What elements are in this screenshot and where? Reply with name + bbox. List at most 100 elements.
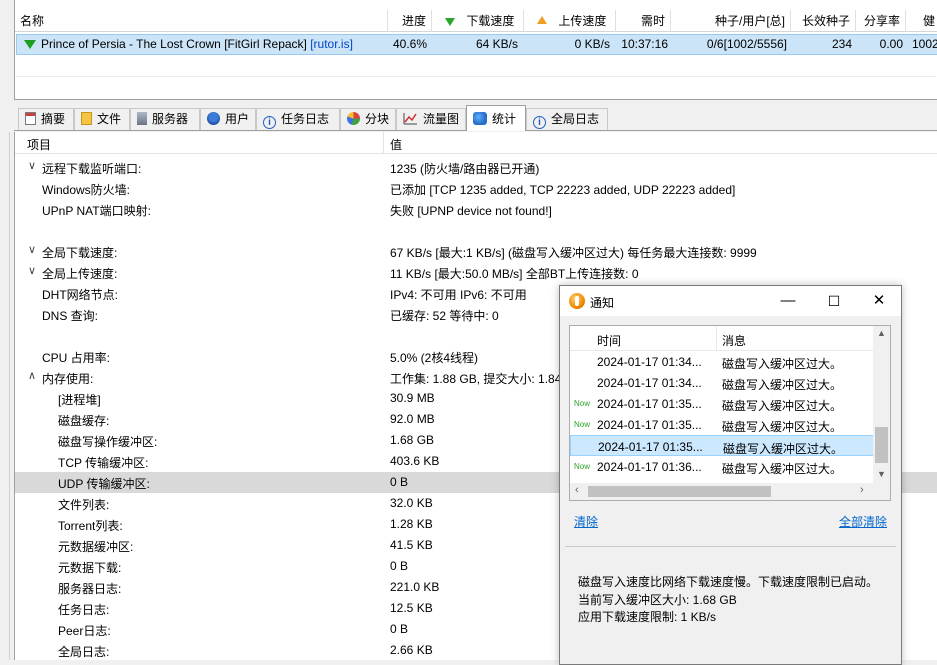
col-upload-speed-label: 上传速度 bbox=[558, 14, 607, 28]
task-progress: 40.6% bbox=[393, 37, 428, 51]
col-time[interactable]: 时间 bbox=[597, 332, 621, 349]
detail-buffer-size: 当前写入缓冲区大小: 1.68 GB bbox=[578, 593, 737, 607]
stat-label: Peer日志: bbox=[58, 624, 111, 638]
stat-value: IPv4: 不可用 IPv6: 不可用 bbox=[390, 288, 527, 302]
downloading-status-icon bbox=[24, 40, 36, 49]
notification-dialog: 通知 — ☐ ✕ 时间 消息 2024-01-17 01:34... 磁盘写入缓冲… bbox=[559, 285, 902, 665]
col-name[interactable]: 名称 bbox=[15, 10, 388, 32]
scroll-left-icon[interactable]: ‹ bbox=[575, 484, 579, 496]
stats-header-value[interactable]: 值 bbox=[390, 136, 402, 153]
close-button[interactable]: ✕ bbox=[856, 286, 902, 316]
stat-label: 元数据下载: bbox=[58, 561, 122, 575]
vertical-scroll-thumb[interactable] bbox=[875, 427, 888, 463]
col-upload-speed[interactable]: 上传速度 bbox=[524, 10, 616, 32]
detail-message-line: 磁盘写入速度比网络下载速度慢。下载速度限制已启动。 bbox=[578, 575, 879, 589]
notification-row[interactable]: 2024-01-17 01:34... 磁盘写入缓冲区过大。 bbox=[570, 351, 874, 372]
stat-value: 92.0 MB bbox=[390, 412, 435, 426]
tab-statistics[interactable]: 统计 bbox=[466, 105, 526, 131]
tab-users-label: 用户 bbox=[225, 112, 250, 126]
notification-list[interactable]: 时间 消息 2024-01-17 01:34... 磁盘写入缓冲区过大。 2024-… bbox=[569, 325, 891, 501]
stat-label: Windows防火墙: bbox=[42, 183, 131, 197]
notification-message: 磁盘写入缓冲区过大。 bbox=[722, 399, 843, 413]
tab-servers-label: 服务器 bbox=[152, 112, 189, 126]
expand-icon[interactable]: ∨ bbox=[28, 264, 36, 277]
clear-all-link[interactable]: 全部清除 bbox=[839, 513, 887, 530]
download-arrow-icon bbox=[445, 18, 455, 26]
stat-label: 元数据缓冲区: bbox=[58, 540, 134, 554]
col-ratio[interactable]: 分享率 bbox=[856, 10, 906, 32]
stat-label: CPU 占用率: bbox=[42, 351, 111, 365]
tab-task-log[interactable]: i 任务日志 bbox=[256, 108, 340, 130]
notification-row[interactable]: Now 2024-01-17 01:35... 磁盘写入缓冲区过大。 bbox=[570, 393, 874, 414]
stats-row[interactable]: ∨ 远程下载监听端口: 1235 (防火墙/路由器已开通) bbox=[15, 157, 937, 178]
col-eta[interactable]: 需时 bbox=[616, 10, 671, 32]
notification-message: 磁盘写入缓冲区过大。 bbox=[722, 420, 843, 434]
pie-icon bbox=[347, 112, 360, 125]
stat-value: 67 KB/s [最大:1 KB/s] (磁盘写入缓冲区过大) 每任务最大连接数… bbox=[390, 246, 757, 260]
detail-tabs: 摘要 文件 服务器 用户 i 任务日志 分块 流量图 统计 i 全局日志 bbox=[14, 105, 937, 131]
tab-global-log[interactable]: i 全局日志 bbox=[526, 108, 608, 130]
task-name: Prince of Persia - The Lost Crown [FitGi… bbox=[41, 37, 307, 51]
stat-label: TCP 传输缓冲区: bbox=[58, 456, 149, 470]
scroll-up-icon[interactable]: ▲ bbox=[873, 328, 890, 338]
col-progress[interactable]: 进度 bbox=[388, 10, 432, 32]
stats-row[interactable]: ∨ 全局上传速度: 11 KB/s [最大:50.0 MB/s] 全部BT上传连接数… bbox=[15, 262, 937, 283]
expand-icon[interactable]: ∨ bbox=[28, 159, 36, 172]
task-long-seeds: 234 bbox=[831, 37, 852, 51]
upload-arrow-icon bbox=[537, 16, 547, 24]
col-seeds-peers[interactable]: 种子/用户[总] bbox=[671, 10, 791, 32]
tab-task-log-label: 任务日志 bbox=[281, 112, 330, 126]
notification-row[interactable]: 2024-01-17 01:35... 磁盘写入缓冲区过大。 bbox=[570, 435, 874, 456]
stat-label: Torrent列表: bbox=[58, 519, 123, 533]
stat-value: 12.5 KB bbox=[390, 601, 433, 615]
stat-value: 0 B bbox=[390, 559, 409, 573]
stats-row[interactable]: ∨ 全局下载速度: 67 KB/s [最大:1 KB/s] (磁盘写入缓冲区过大) … bbox=[15, 241, 937, 262]
scroll-right-icon[interactable]: › bbox=[860, 484, 864, 496]
tab-servers[interactable]: 服务器 bbox=[130, 108, 200, 130]
notification-row[interactable]: Now 2024-01-17 01:36... 磁盘写入缓冲区过大。 bbox=[570, 456, 874, 477]
notification-row[interactable]: 2024-01-17 01:34... 磁盘写入缓冲区过大。 bbox=[570, 372, 874, 393]
col-message[interactable]: 消息 bbox=[722, 332, 746, 349]
notification-time: 2024-01-17 01:34... bbox=[597, 355, 702, 369]
notification-row[interactable]: Now 2024-01-17 01:35... 磁盘写入缓冲区过大。 bbox=[570, 414, 874, 435]
expand-icon[interactable]: ∨ bbox=[28, 243, 36, 256]
clear-link[interactable]: 清除 bbox=[574, 513, 598, 530]
col-eta-label: 需时 bbox=[640, 14, 665, 28]
horizontal-scroll-thumb[interactable] bbox=[588, 486, 771, 497]
task-ratio: 0.00 bbox=[879, 37, 903, 51]
stats-icon bbox=[473, 112, 487, 125]
users-icon bbox=[207, 112, 220, 125]
dialog-titlebar[interactable]: 通知 — ☐ ✕ bbox=[560, 286, 901, 316]
tab-summary[interactable]: 摘要 bbox=[18, 108, 74, 130]
notification-time: 2024-01-17 01:35... bbox=[597, 397, 702, 411]
minimize-button[interactable]: — bbox=[765, 286, 811, 316]
maximize-button[interactable]: ☐ bbox=[811, 286, 857, 316]
col-health[interactable]: 健 bbox=[906, 10, 937, 32]
col-download-speed[interactable]: 下载速度 bbox=[432, 10, 524, 32]
stat-label: 服务器日志: bbox=[58, 582, 122, 596]
scroll-down-icon[interactable]: ▼ bbox=[873, 469, 890, 479]
tab-traffic-graph[interactable]: 流量图 bbox=[396, 108, 466, 130]
detail-speed-limit: 应用下载速度限制: 1 KB/s bbox=[578, 610, 717, 624]
tab-statistics-label: 统计 bbox=[492, 112, 517, 126]
stat-value: 11 KB/s [最大:50.0 MB/s] 全部BT上传连接数: 0 bbox=[390, 267, 639, 281]
stat-label: 远程下载监听端口: bbox=[42, 162, 142, 176]
stats-row[interactable] bbox=[15, 220, 937, 241]
tab-files[interactable]: 文件 bbox=[74, 108, 130, 130]
col-long-seeds[interactable]: 长效种子 bbox=[791, 10, 856, 32]
stats-row[interactable]: Windows防火墙: 已添加 [TCP 1235 added, TCP 2222… bbox=[15, 178, 937, 199]
tab-pieces[interactable]: 分块 bbox=[340, 108, 396, 130]
horizontal-scrollbar[interactable]: ‹ › bbox=[570, 483, 890, 500]
notification-message: 磁盘写入缓冲区过大。 bbox=[722, 378, 843, 392]
collapse-icon[interactable]: ∧ bbox=[28, 369, 36, 382]
stats-header-key[interactable]: 项目 bbox=[27, 136, 51, 153]
stats-header: 项目 值 bbox=[15, 132, 937, 154]
stat-label: UPnP NAT端口映射: bbox=[42, 204, 151, 218]
task-row[interactable]: Prince of Persia - The Lost Crown [FitGi… bbox=[16, 34, 937, 55]
col-name-label: 名称 bbox=[20, 14, 45, 28]
stats-row[interactable]: UPnP NAT端口映射: 失败 [UPNP device not found!] bbox=[15, 199, 937, 220]
col-health-label: 健 bbox=[923, 14, 936, 28]
stat-value: 5.0% (2核4线程) bbox=[390, 351, 479, 365]
vertical-scrollbar[interactable]: ▲ ▼ bbox=[873, 326, 890, 484]
tab-users[interactable]: 用户 bbox=[200, 108, 256, 130]
